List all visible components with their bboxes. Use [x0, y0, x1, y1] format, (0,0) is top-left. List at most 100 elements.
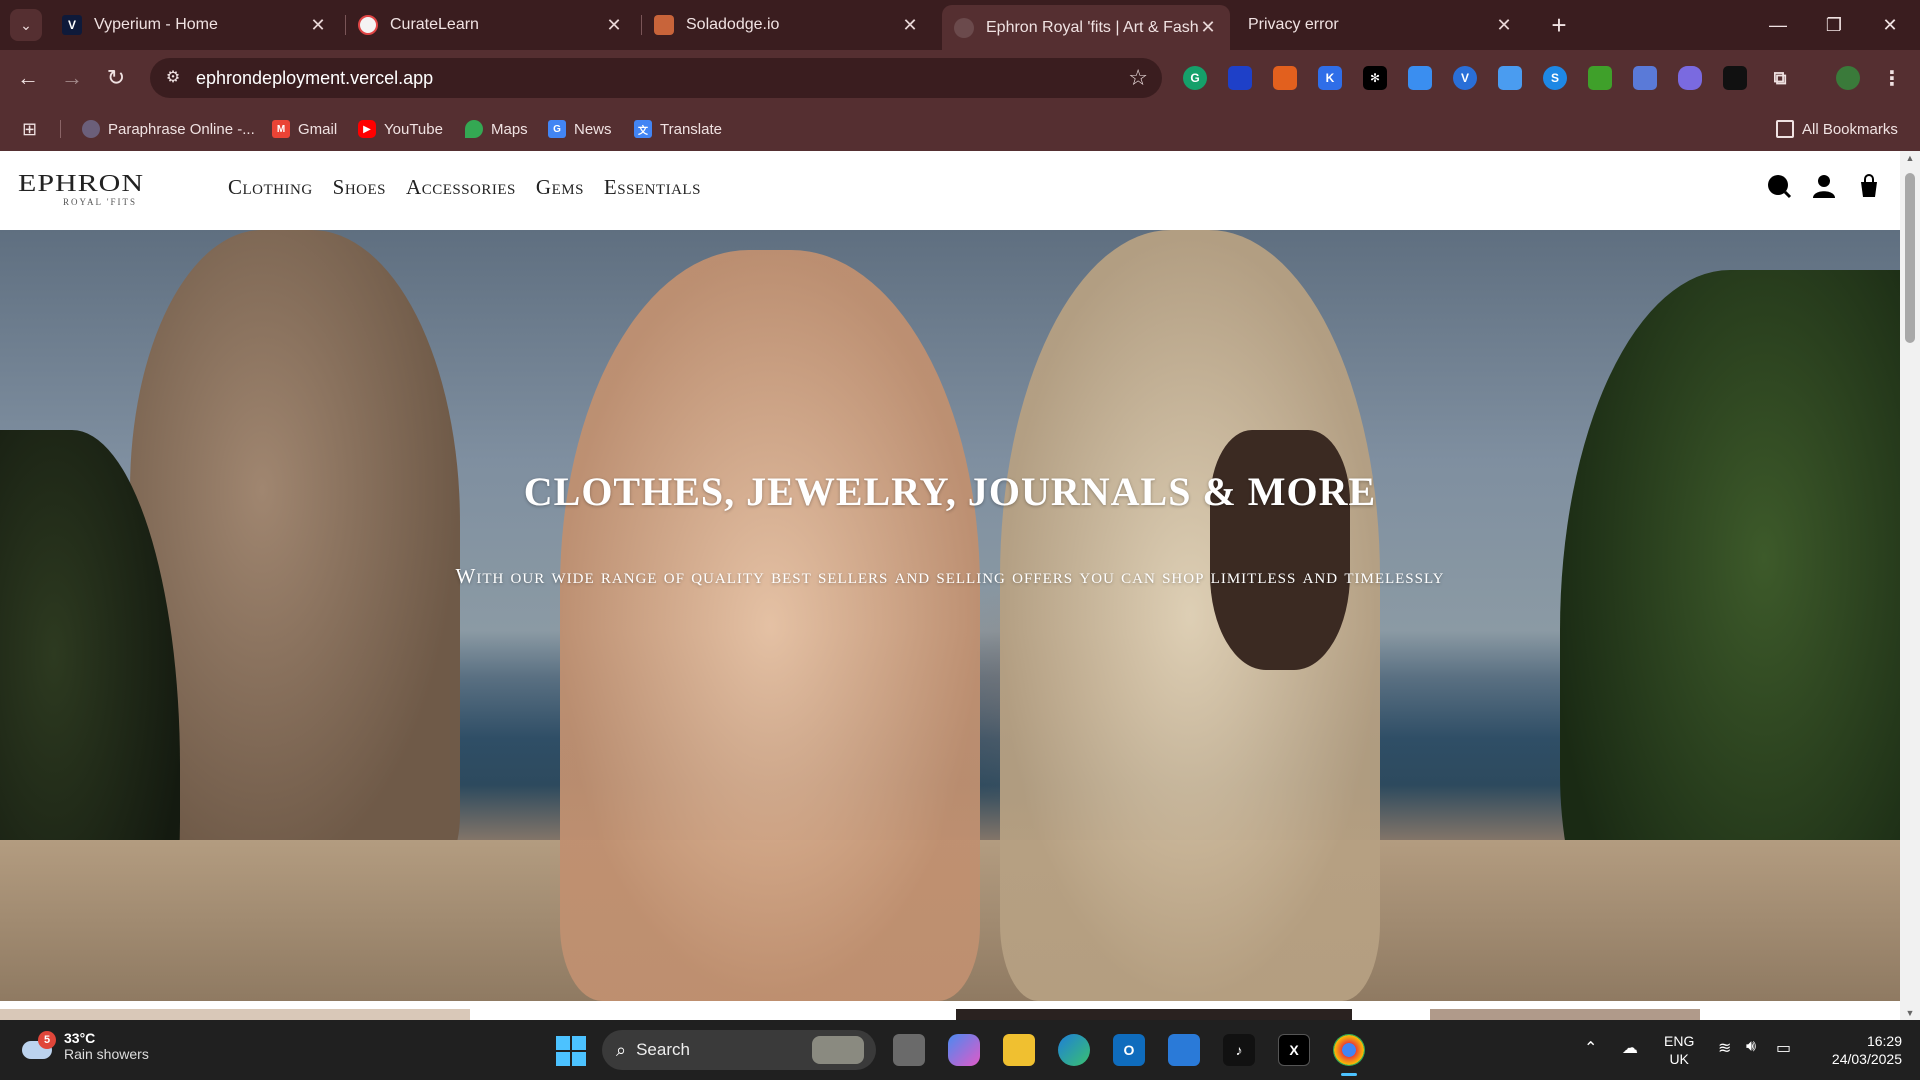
- close-icon[interactable]: ✕: [1198, 17, 1218, 38]
- tab-soladodge[interactable]: Soladodge.io ✕: [642, 7, 932, 43]
- chart-extension-icon[interactable]: [1588, 66, 1612, 90]
- apps-button[interactable]: ⊞: [22, 118, 37, 140]
- hero-subtitle: With our wide range of quality best sell…: [455, 564, 1445, 588]
- all-bookmarks-label: All Bookmarks: [1802, 120, 1898, 138]
- address-url[interactable]: ephrondeployment.vercel.app: [196, 68, 433, 89]
- clock[interactable]: 16:29 24/03/2025: [1812, 1032, 1902, 1068]
- close-icon[interactable]: ✕: [604, 15, 624, 36]
- chevron-up-icon[interactable]: ⌃: [1584, 1038, 1597, 1058]
- logo-wordmark: EPHRON: [18, 170, 145, 197]
- scrollbar-thumb[interactable]: [1905, 173, 1915, 343]
- site-header: EPHRON ROYAL 'FITS Clothing Shoes Access…: [0, 151, 1900, 230]
- product-preview-image[interactable]: [956, 1009, 1352, 1020]
- reload-button[interactable]: ↻: [100, 62, 132, 94]
- snowflake-extension-icon[interactable]: ✻: [1363, 66, 1387, 90]
- metamask-extension-icon[interactable]: [1273, 66, 1297, 90]
- battery-icon[interactable]: ▭: [1776, 1038, 1791, 1058]
- chrome-icon[interactable]: [1333, 1034, 1365, 1076]
- edge-icon[interactable]: [1058, 1034, 1090, 1066]
- restore-button[interactable]: ❐: [1806, 0, 1862, 50]
- scroll-up-icon[interactable]: ▲: [1904, 153, 1916, 163]
- all-bookmarks-button[interactable]: All Bookmarks: [1776, 118, 1898, 140]
- tab-curatelearn[interactable]: CurateLearn ✕: [346, 7, 636, 43]
- bookmark-paraphrase[interactable]: Paraphrase Online -...: [82, 118, 255, 140]
- menu-dots-icon[interactable]: ⋮: [1880, 66, 1904, 90]
- nav-clothing[interactable]: Clothing: [228, 175, 313, 200]
- dots-extension-icon[interactable]: [1723, 66, 1747, 90]
- profile-avatar[interactable]: [1836, 66, 1860, 90]
- robot-extension-icon[interactable]: [1633, 66, 1657, 90]
- bookmark-gmail[interactable]: M Gmail: [272, 118, 337, 140]
- scroll-down-icon[interactable]: ▼: [1904, 1008, 1916, 1018]
- language-indicator[interactable]: ENG UK: [1664, 1032, 1694, 1068]
- drop-extension-icon[interactable]: [1408, 66, 1432, 90]
- new-tab-button[interactable]: +: [1544, 10, 1574, 40]
- start-button[interactable]: [556, 1036, 586, 1066]
- file-explorer-icon[interactable]: [1003, 1034, 1035, 1066]
- bookmarks-divider: [60, 120, 61, 138]
- clock-time: 16:29: [1866, 1033, 1902, 1049]
- apps-grid-icon: ⊞: [22, 118, 38, 139]
- weather-widget[interactable]: 5 33°C Rain showers: [22, 1030, 149, 1062]
- restore-icon: ❐: [1825, 14, 1843, 35]
- close-icon[interactable]: ✕: [900, 15, 920, 36]
- nav-accessories[interactable]: Accessories: [406, 175, 516, 200]
- puzzle-extensions-icon[interactable]: ⧉: [1768, 66, 1792, 90]
- docs-extension-icon[interactable]: [1498, 66, 1522, 90]
- tiktok-icon[interactable]: ♪: [1223, 1034, 1255, 1066]
- copilot-icon[interactable]: [948, 1034, 980, 1066]
- bookmark-news[interactable]: G News: [548, 118, 612, 140]
- nav-shoes[interactable]: Shoes: [333, 175, 386, 200]
- product-preview-image[interactable]: [0, 1009, 470, 1020]
- shield-extension-icon[interactable]: [1228, 66, 1252, 90]
- bookmark-translate[interactable]: 文 Translate: [634, 118, 722, 140]
- s-extension-icon[interactable]: S: [1543, 66, 1567, 90]
- bookmark-label: YouTube: [384, 120, 443, 138]
- language-line2: UK: [1669, 1051, 1689, 1067]
- tab-privacy-error[interactable]: Privacy error ✕: [1236, 7, 1526, 43]
- reload-icon: ↻: [106, 65, 126, 90]
- tab-ephron-active[interactable]: Ephron Royal 'fits | Art & Fashio ✕: [942, 5, 1230, 50]
- site-logo[interactable]: EPHRON ROYAL 'FITS: [18, 169, 182, 207]
- soladodge-favicon-icon: [654, 15, 674, 35]
- weather-badge: 5: [38, 1031, 56, 1049]
- outlook-icon[interactable]: O: [1113, 1034, 1145, 1066]
- close-icon[interactable]: ✕: [308, 15, 328, 36]
- store-icon[interactable]: [1168, 1034, 1200, 1066]
- close-icon[interactable]: ✕: [1494, 15, 1514, 36]
- grammarly-extension-icon[interactable]: G: [1183, 66, 1207, 90]
- close-window-button[interactable]: ✕: [1862, 0, 1918, 50]
- tab-search-button[interactable]: ⌄: [10, 9, 42, 41]
- site-info-icon[interactable]: ⚙: [162, 67, 184, 89]
- taskbar-search[interactable]: ⌕ Search: [602, 1030, 876, 1070]
- forward-button[interactable]: →: [56, 62, 88, 94]
- minimize-button[interactable]: —: [1750, 0, 1806, 50]
- page-scrollbar[interactable]: ▲ ▼: [1900, 151, 1920, 1020]
- account-icon[interactable]: [1811, 173, 1837, 199]
- nav-gems[interactable]: Gems: [536, 175, 584, 200]
- x-app-icon[interactable]: X: [1278, 1034, 1310, 1066]
- arrow-left-icon: ←: [17, 65, 39, 90]
- gmail-icon: M: [272, 120, 290, 138]
- task-view-icon[interactable]: [893, 1034, 925, 1066]
- onedrive-icon[interactable]: ☁: [1622, 1038, 1638, 1058]
- bookmark-youtube[interactable]: ▶ YouTube: [358, 118, 443, 140]
- address-bar[interactable]: ⚙ ephrondeployment.vercel.app ☆: [150, 58, 1162, 98]
- volume-icon[interactable]: 🔊︎: [1746, 1038, 1756, 1056]
- tab-vyperium[interactable]: V Vyperium - Home ✕: [50, 7, 340, 43]
- vyperium-favicon-icon: V: [62, 15, 82, 35]
- nav-essentials[interactable]: Essentials: [604, 175, 701, 200]
- main-nav: Clothing Shoes Accessories Gems Essentia…: [228, 175, 701, 200]
- back-button[interactable]: ←: [12, 62, 44, 94]
- wifi-icon[interactable]: ≋: [1718, 1038, 1731, 1058]
- bookmark-label: Paraphrase Online -...: [108, 120, 255, 138]
- bookmark-maps[interactable]: Maps: [465, 118, 528, 140]
- cloud-extension-icon[interactable]: [1678, 66, 1702, 90]
- cart-bag-icon[interactable]: [1856, 173, 1882, 199]
- search-icon[interactable]: [1766, 173, 1792, 199]
- tab-title: Soladodge.io: [686, 16, 780, 33]
- product-preview-image[interactable]: [1430, 1009, 1700, 1020]
- v-extension-icon[interactable]: V: [1453, 66, 1477, 90]
- k-extension-icon[interactable]: K: [1318, 66, 1342, 90]
- bookmark-star-icon[interactable]: ☆: [1128, 65, 1148, 91]
